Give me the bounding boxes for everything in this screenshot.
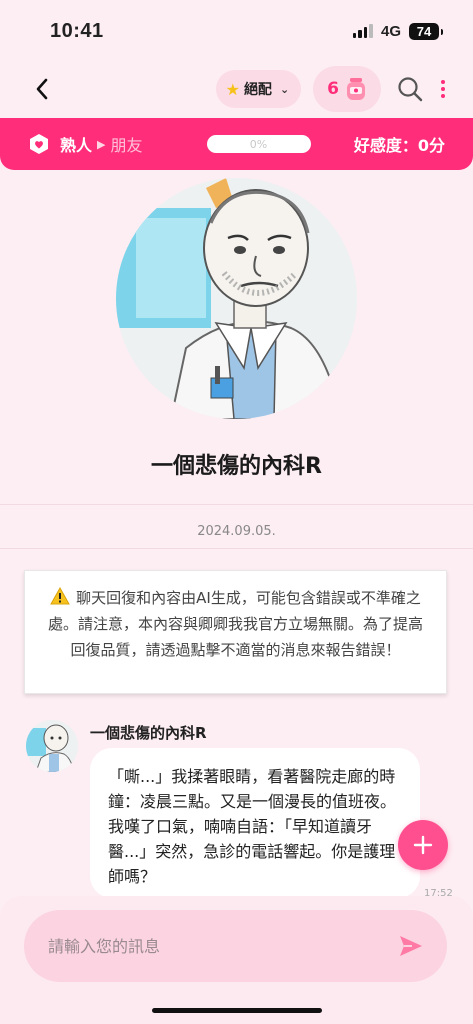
message-sender-name: 一個悲傷的內科R (90, 724, 207, 742)
search-button[interactable] (393, 72, 427, 106)
warning-icon (50, 587, 71, 605)
arrow-right-icon: ▶ (97, 137, 106, 151)
chevron-left-icon (36, 78, 48, 100)
battery-icon: 74 (409, 22, 443, 40)
ai-disclaimer-notice[interactable]: 聊天回復和內容由AI生成，可能包含錯誤或不準確之處。請注意，本內容與卿卿我我官方… (24, 570, 447, 694)
network-type: 4G (380, 22, 401, 40)
match-mode-label: 絕配 (243, 82, 272, 98)
chat-header: ★ 絕配 ⌄ 6 (0, 62, 473, 116)
message-input-container (24, 910, 447, 982)
search-icon (398, 77, 423, 102)
gem-counter-button[interactable]: 6 (313, 66, 381, 112)
progress-text: 0% (249, 137, 268, 151)
character-name: 一個悲傷的內科R (151, 454, 322, 479)
divider (0, 504, 473, 505)
message-bubble[interactable]: 「嘶...」我揉著眼睛，看著醫院走廊的時鐘：凌晨三點。又是一個漫長的值班夜。我嘆… (90, 748, 420, 898)
character-avatar[interactable] (116, 178, 357, 419)
affection-score: 好感度：0分 (353, 136, 445, 155)
send-button[interactable] (395, 930, 427, 962)
message-sender-avatar[interactable] (26, 720, 78, 772)
divider (0, 548, 473, 549)
back-button[interactable] (20, 67, 64, 111)
status-indicators: 4G 74 (352, 22, 443, 40)
match-mode-dropdown[interactable]: ★ 絕配 ⌄ (215, 70, 302, 108)
chevron-down-icon: ⌄ (279, 82, 290, 96)
relationship-next-level: 朋友 (110, 136, 143, 155)
more-options-button[interactable] (433, 72, 453, 106)
send-icon (400, 936, 422, 956)
chat-date: 2024.09.05. (197, 524, 276, 539)
home-indicator (152, 1008, 322, 1013)
relationship-progress-bar: 0% (206, 135, 311, 153)
status-time: 10:41 (50, 19, 104, 42)
signal-icon (352, 24, 373, 38)
character-portrait-image (26, 720, 78, 772)
plus-icon (413, 835, 433, 855)
message-input[interactable] (48, 936, 395, 956)
relationship-current-level: 熟人 (60, 136, 93, 155)
notice-text: 聊天回復和內容由AI生成，可能包含錯誤或不準確之處。請注意，本內容與卿卿我我官方… (47, 589, 423, 659)
message-text: 「嘶...」我揉著眼睛，看著醫院走廊的時鐘：凌晨三點。又是一個漫長的值班夜。我嘆… (108, 767, 397, 886)
relationship-bar: 熟人 ▶ 朋友 0% 好感度：0分 (0, 118, 473, 170)
heart-badge-icon (30, 134, 48, 154)
more-icon (441, 80, 445, 84)
gem-count: 6 (327, 79, 339, 99)
star-icon: ★ (225, 79, 240, 99)
message-input-area (0, 896, 473, 1024)
add-button[interactable] (398, 820, 448, 870)
status-bar: 10:41 4G 74 (0, 0, 473, 62)
character-portrait-image (116, 178, 357, 419)
jar-icon (347, 78, 365, 100)
